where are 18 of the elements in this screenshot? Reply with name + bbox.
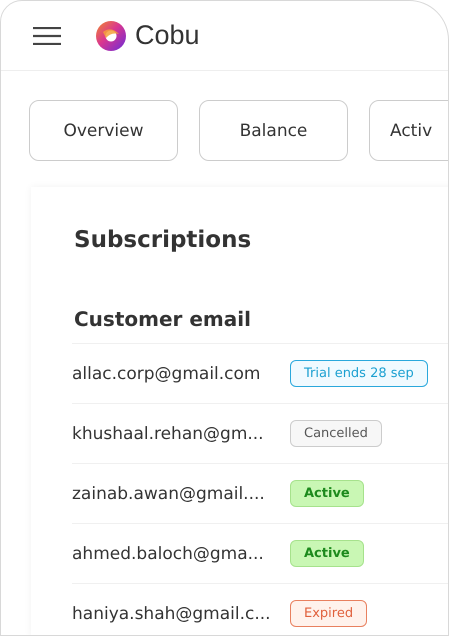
- status-badge: Cancelled: [290, 420, 382, 447]
- email-cell-text: khushaal.rehan@gm...: [72, 424, 265, 444]
- status-badge: Active: [290, 480, 364, 507]
- tab[interactable]: Balance: [199, 100, 348, 161]
- logo-icon: [95, 20, 127, 52]
- column-header: Customer email: [74, 307, 251, 331]
- brand-name: Cobu: [135, 20, 200, 51]
- status-badge: Expired: [290, 600, 368, 627]
- status-badge: Trial ends 28 sep: [290, 360, 428, 387]
- card-title: Subscriptions: [74, 227, 252, 253]
- tab[interactable]: Activ: [369, 100, 448, 161]
- tab[interactable]: Overview: [29, 100, 178, 161]
- email-cell-text: allac.corp@gmail.com: [72, 364, 262, 384]
- email-cell-text: ahmed.baloch@gma...: [72, 544, 265, 564]
- email-cell-text: haniya.shah@gmail.c...: [72, 604, 272, 624]
- status-badge: Active: [290, 540, 364, 567]
- email-cell-text: zainab.awan@gmail....: [72, 484, 266, 504]
- menu-icon[interactable]: [33, 26, 61, 44]
